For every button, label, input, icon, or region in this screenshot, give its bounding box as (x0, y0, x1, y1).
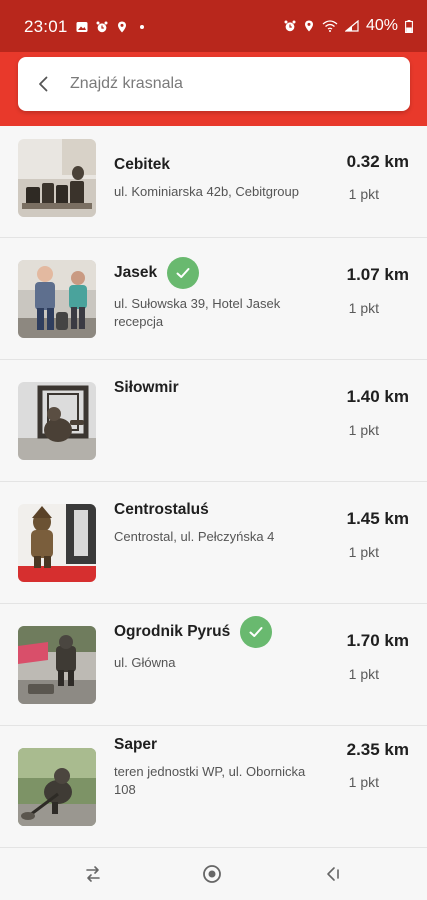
gnome-thumbnail-ogrodnik-pyrus (18, 626, 96, 704)
search-input[interactable] (70, 69, 390, 99)
gnome-distance: 1.70 km (346, 631, 409, 650)
signal-icon (344, 20, 359, 32)
location-icon (117, 21, 126, 33)
screen: 23:01 40% Ceb (0, 0, 427, 900)
alarm-icon (284, 20, 296, 32)
dot-icon (139, 25, 144, 29)
gnome-address: teren jednostki WP, ul. Obornicka 108 (114, 764, 306, 797)
visited-check-icon (240, 616, 273, 648)
gnome-points: 1 pkt (348, 422, 379, 438)
gnome-name: Siłowmir (114, 379, 179, 397)
location-icon (304, 20, 313, 32)
gnome-name-text: Cebitek (114, 156, 170, 173)
gnome-name: Jasek (114, 257, 200, 289)
gnome-address: Centrostal, ul. Pełczyńska 4 (114, 529, 275, 544)
recent-apps-icon[interactable] (81, 862, 105, 886)
gnome-address: ul. Główna (114, 655, 176, 670)
status-right: 40% (284, 17, 413, 35)
gnome-thumbnail-saper (18, 748, 96, 826)
list-item[interactable]: Siłowmir 1.40 km 1 pkt (0, 360, 427, 482)
gnome-distance: 1.45 km (346, 509, 409, 528)
system-nav-bar (0, 848, 427, 900)
gnome-distance: 1.07 km (346, 265, 409, 284)
list-item[interactable]: Centrostaluś Centrostal, ul. Pełczyńska … (0, 482, 427, 604)
gnome-name-text: Ogrodnik Pyruś (114, 623, 231, 640)
gnome-name: Centrostaluś (114, 501, 209, 519)
gnome-thumbnail-jasek (18, 260, 96, 338)
list-item[interactable]: Ogrodnik Pyruś ul. Główna 1.70 km 1 pkt (0, 604, 427, 726)
gnome-name-text: Centrostaluś (114, 501, 209, 518)
status-bar: 23:01 40% (0, 0, 427, 52)
gnome-points: 1 pkt (348, 774, 379, 790)
alarm-icon (96, 21, 108, 33)
gnome-distance: 1.40 km (346, 387, 409, 406)
gnome-thumbnail-centrostalus (18, 504, 96, 582)
list-item[interactable]: Saper teren jednostki WP, ul. Obornicka … (0, 726, 427, 848)
back-arrow-icon[interactable] (34, 74, 54, 94)
gnome-address: ul. Sułowska 39, Hotel Jasek recepcja (114, 296, 281, 329)
gnome-thumbnail-cebitek (18, 139, 96, 217)
gnome-name-text: Siłowmir (114, 379, 179, 396)
battery-icon (405, 19, 413, 33)
image-icon (76, 22, 88, 32)
status-left: 23:01 (24, 17, 144, 37)
status-time: 23:01 (24, 17, 68, 36)
gnome-name: Cebitek (114, 156, 170, 174)
search-bar (18, 57, 410, 111)
gnome-name-text: Jasek (114, 264, 158, 281)
wifi-icon (322, 20, 338, 32)
back-icon[interactable] (320, 862, 344, 886)
gnome-points: 1 pkt (348, 300, 379, 316)
visited-check-icon (167, 257, 200, 289)
home-icon[interactable] (200, 862, 224, 886)
list-item[interactable]: Cebitek ul. Kominiarska 42b, Cebitgroup … (0, 126, 427, 238)
gnome-name: Ogrodnik Pyruś (114, 616, 273, 648)
list-item[interactable]: Jasek ul. Sułowska 39, Hotel Jasek recep… (0, 238, 427, 360)
gnome-address: ul. Kominiarska 42b, Cebitgroup (114, 184, 299, 199)
gnome-points: 1 pkt (348, 544, 379, 560)
gnome-distance: 0.32 km (346, 152, 409, 171)
gnome-thumbnail-silowmir (18, 382, 96, 460)
gnome-list: Cebitek ul. Kominiarska 42b, Cebitgroup … (0, 126, 427, 848)
gnome-points: 1 pkt (348, 186, 379, 202)
app-header: 23:01 40% (0, 0, 427, 126)
gnome-name-text: Saper (114, 736, 158, 753)
gnome-distance: 2.35 km (346, 740, 409, 759)
gnome-points: 1 pkt (348, 666, 379, 682)
gnome-name: Saper (114, 736, 157, 754)
battery-level: 40% (365, 17, 398, 34)
